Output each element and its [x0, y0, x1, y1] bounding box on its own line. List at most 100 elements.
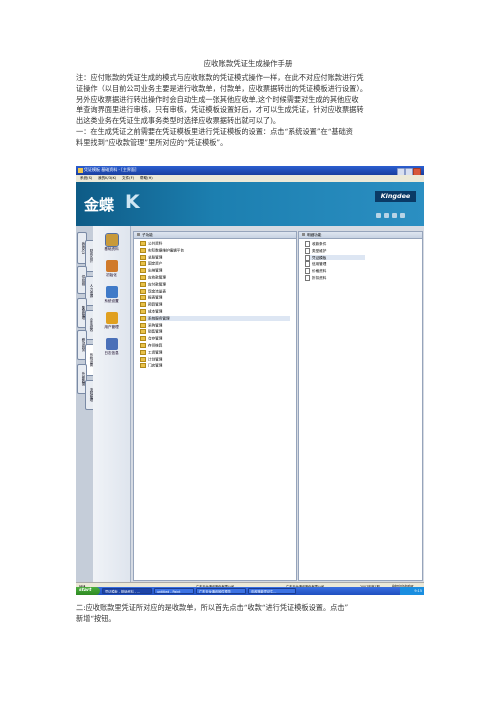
list-item-label: 工资管理: [148, 350, 163, 355]
list-item-label: 类型维护: [312, 248, 327, 253]
step2-line: 新增“按钮。: [76, 613, 116, 623]
list-item-label: 采购管理: [148, 323, 163, 328]
start-button[interactable]: start: [76, 587, 100, 595]
list-item[interactable]: 出纳管理: [140, 268, 290, 274]
doc-title: 应收账款凭证生成操作手册: [203, 59, 293, 68]
list-item[interactable]: 价格资料: [305, 268, 365, 275]
document-icon: [305, 254, 310, 261]
list-item[interactable]: 实际数据维护编辑平台: [140, 247, 290, 254]
detail-function-pane: 明细功能 收款条件 类型维护 凭证模板 信用管理 价格资料 折扣资料: [298, 231, 423, 581]
window-title: 凭证模板 基础资料 - [主界面]: [84, 167, 137, 172]
step2-line: 二:应收账款里凭证所对应的是收款单，所以首先点击“收款“进行凭证模板设置。点击”: [76, 603, 349, 612]
list-item-label: 公共资料: [148, 241, 163, 246]
kingdee-logo: Kingdee: [375, 191, 416, 202]
list-item[interactable]: 系统服务管理: [140, 315, 290, 322]
list-item[interactable]: 门店管理: [140, 363, 290, 369]
list-item-label: 计划管理: [148, 357, 163, 362]
toolbar-icon[interactable]: [400, 213, 405, 218]
title-bar: 凭证模板 基础资料 - [主界面]: [76, 166, 424, 176]
folder-icon: [140, 247, 146, 253]
list-item[interactable]: 收款条件: [305, 241, 365, 247]
sub-function-pane: 子功能 公共资料 实际数据维护编辑平台 总账管理 固定资产出纳管理应收款管理 应付款管理…: [133, 231, 297, 581]
folder-icon: [140, 254, 146, 260]
list-item-label: 凭证模板: [312, 255, 327, 260]
taskbar-item[interactable]: 凭证模板 - 基础资料 - ...: [102, 588, 152, 594]
menu-file[interactable]: 文件(F): [122, 176, 134, 181]
list-item[interactable]: 存货核算: [140, 343, 290, 349]
list-item[interactable]: 类型维护: [305, 247, 365, 254]
list-item[interactable]: 公共资料: [140, 241, 290, 247]
toolbar-icon[interactable]: [392, 213, 397, 218]
list-item[interactable]: 凭证模板: [305, 254, 365, 261]
list-item-label: 出纳管理: [148, 268, 163, 273]
note-line: 注：应付账款的凭证生成的模式与应收账款的凭证模式操作一样，在此不对应付账款进行凭: [76, 73, 364, 82]
module-system-settings[interactable]: 系统设置: [93, 286, 130, 304]
folder-icon: [140, 343, 146, 348]
list-item[interactable]: 固定资产: [140, 261, 290, 267]
list-item[interactable]: 销售管理: [140, 329, 290, 335]
list-item-label: 价格资料: [312, 269, 327, 274]
list-item-label: 成本管理: [148, 309, 163, 314]
list-item-label: 门店管理: [148, 363, 163, 368]
init-icon: [105, 260, 118, 272]
folder-icon: [140, 363, 146, 369]
menu-system[interactable]: 系统(S): [80, 176, 92, 181]
taskbar-item[interactable]: untitled - Paint: [154, 588, 194, 594]
taskbar-item[interactable]: 应收账款凭证生...: [248, 588, 296, 594]
system-tray-clock: 9:15: [400, 587, 424, 595]
list-item[interactable]: 计划管理: [140, 356, 290, 363]
document-icon: [305, 241, 310, 247]
list-item[interactable]: 总账管理: [140, 254, 290, 261]
folder-icon: [140, 309, 146, 314]
folder-icon: [140, 336, 146, 342]
app-icon: [78, 168, 83, 173]
list-item[interactable]: 成本管理: [140, 309, 290, 315]
folder-icon: [140, 261, 146, 267]
menu-help[interactable]: 帮助(H): [140, 176, 153, 181]
list-item[interactable]: 现金流量表: [140, 288, 290, 295]
sub-function-title: 子功能: [142, 233, 153, 237]
folder-icon: [140, 302, 146, 308]
system-settings-icon: [105, 286, 118, 298]
folder-icon: [140, 315, 146, 321]
list-item-label: 折扣资料: [312, 276, 327, 280]
module-log[interactable]: 日志信息: [93, 338, 130, 356]
module-user-management[interactable]: 用户管理: [93, 312, 130, 330]
list-item[interactable]: 报表管理: [140, 295, 290, 301]
list-item[interactable]: 采购管理: [140, 322, 290, 329]
toolbar-icon[interactable]: [384, 213, 389, 218]
list-item-label: 固定资产: [148, 261, 163, 266]
step1-line: 料里找到“应收款管理”里所对应的“凭证模板”。: [76, 137, 228, 147]
list-item-label: 预算管理: [148, 302, 163, 307]
menu-bar: 系统(S) 我的K/3(K) 文件(F) 帮助(H): [76, 175, 424, 182]
list-item[interactable]: 折扣资料: [305, 275, 365, 281]
vertical-tab-strip: 我的K/3 财务会计 供应链 人力资源 集团管理 企业绩效 移动商务 系统设置 …: [76, 226, 95, 582]
list-item-label: 存货核算: [148, 343, 163, 348]
collapse-icon[interactable]: [137, 233, 140, 236]
brand-k-logo: K: [125, 191, 140, 213]
menu-my-k3[interactable]: 我的K/3(K): [98, 176, 116, 181]
toolbar-icon[interactable]: [376, 213, 381, 218]
folder-icon: [140, 281, 146, 287]
module-init[interactable]: 初始化: [93, 260, 130, 278]
note-paragraph: 注：应付账款的凭证生成的模式与应收账款的凭证模式操作一样，在此不对应付账款进行凭…: [76, 73, 428, 149]
folder-icon: [140, 349, 146, 355]
taskbar-item[interactable]: 广东天龙通讯软件预览: [196, 588, 246, 594]
list-item[interactable]: 仓存管理: [140, 336, 290, 342]
note-line: 另外应收票据进行转出操作时会自动生成一张其他应收单,这个时候需要对生成的其他应收: [76, 94, 359, 104]
list-item[interactable]: 信用管理: [305, 261, 365, 268]
list-item-label: 现金流量表: [148, 289, 166, 294]
base-data-icon: [104, 233, 119, 247]
list-item[interactable]: 应付款管理: [140, 281, 290, 288]
folder-icon: [140, 275, 146, 280]
list-item-label: 销售管理: [148, 329, 163, 334]
folder-icon: [140, 329, 146, 335]
list-item[interactable]: 预算管理: [140, 302, 290, 308]
list-item[interactable]: 应收款管理: [140, 275, 290, 281]
list-item[interactable]: 工资管理: [140, 349, 290, 356]
module-base-data[interactable]: 基础资料: [93, 233, 130, 252]
folder-icon: [140, 356, 146, 362]
folder-icon: [140, 268, 146, 274]
collapse-icon[interactable]: [302, 233, 305, 236]
step2-paragraph: 二:应收账款里凭证所对应的是收款单，所以首先点击“收款“进行凭证模板设置。点击”…: [76, 603, 428, 625]
